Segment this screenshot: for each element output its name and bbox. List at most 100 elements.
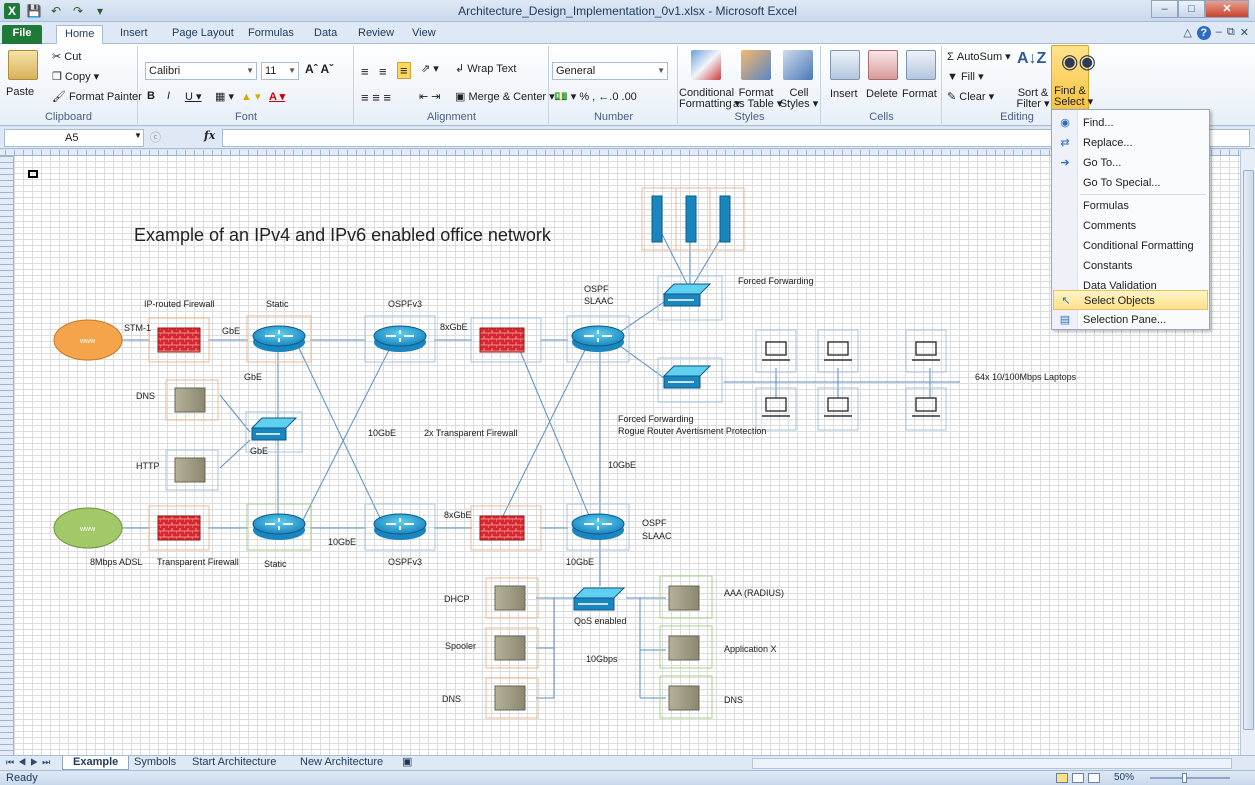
router-ospf-bottom bbox=[566, 503, 630, 551]
delete-cells-icon[interactable] bbox=[868, 50, 898, 80]
cells-group: Insert Delete Format Cells bbox=[822, 46, 942, 124]
menu-item-go-to-special[interactable]: Go To Special... bbox=[1053, 173, 1208, 193]
font-name-combo[interactable]: Calibri ▼ bbox=[145, 62, 257, 80]
bold-button[interactable]: B bbox=[147, 90, 155, 102]
italic-button[interactable]: I bbox=[167, 90, 170, 102]
format-button[interactable]: Format bbox=[902, 88, 937, 100]
zoom-slider-knob[interactable] bbox=[1182, 773, 1187, 783]
cell-styles-button[interactable]: Cell Styles ▾ bbox=[779, 88, 819, 110]
vertical-scrollbar[interactable] bbox=[1240, 150, 1255, 755]
doc-restore-icon[interactable]: ⧉ bbox=[1227, 26, 1235, 40]
page-break-view-button[interactable] bbox=[1088, 773, 1100, 783]
format-as-table-button[interactable]: Format as Table ▾ bbox=[733, 88, 782, 110]
page-layout-view-button[interactable] bbox=[1072, 773, 1084, 783]
align-left-button[interactable]: ≡ ≡ ≡ bbox=[361, 90, 391, 105]
align-middle-button[interactable]: ≡ bbox=[379, 64, 387, 79]
server-dns-aaa bbox=[659, 675, 713, 719]
menu-item-comments[interactable]: Comments bbox=[1053, 216, 1208, 236]
tab-file[interactable]: File bbox=[2, 25, 42, 44]
doc-minimize-icon[interactable]: – bbox=[1216, 26, 1222, 40]
maximize-button[interactable]: □ bbox=[1178, 0, 1205, 18]
firewall-transparent-left bbox=[148, 505, 210, 551]
font-color-button[interactable]: A ▾ bbox=[269, 90, 285, 103]
sheet-tab-symbols[interactable]: Symbols bbox=[124, 756, 186, 770]
formula-cancel-icon[interactable]: ⓒ bbox=[150, 129, 161, 145]
insert-button[interactable]: Insert bbox=[830, 88, 858, 100]
vertical-scroll-thumb[interactable] bbox=[1243, 170, 1254, 730]
tab-home[interactable]: Home bbox=[56, 25, 104, 44]
conditional-formatting-button[interactable]: Conditional Formatting ▾ bbox=[679, 88, 740, 110]
paste-button[interactable]: Paste bbox=[6, 86, 34, 98]
format-cells-icon[interactable] bbox=[906, 50, 936, 80]
tab-review[interactable]: Review bbox=[350, 25, 402, 44]
merge-center-button[interactable]: ▣ Merge & Center ▾ bbox=[455, 90, 555, 103]
horizontal-scrollbar[interactable] bbox=[752, 758, 1232, 769]
number-format-combo[interactable]: General ▼ bbox=[552, 62, 668, 80]
fill-button[interactable]: ▼ Fill ▾ bbox=[947, 70, 984, 83]
zoom-level[interactable]: 50% bbox=[1114, 772, 1134, 783]
tab-data[interactable]: Data bbox=[306, 25, 345, 44]
menu-item-selection-pane[interactable]: ▤ Selection Pane... bbox=[1053, 310, 1208, 330]
server-application-x bbox=[659, 625, 713, 669]
paste-icon[interactable] bbox=[8, 50, 38, 80]
delete-button[interactable]: Delete bbox=[866, 88, 898, 100]
insert-function-button[interactable]: fx bbox=[204, 129, 215, 142]
sheet-tab-example[interactable]: Example bbox=[62, 756, 130, 770]
cut-button[interactable]: ✂ Cut bbox=[52, 50, 81, 63]
sheet-nav-arrows[interactable]: ⏮◀▶⏭ bbox=[6, 757, 54, 768]
menu-item-formulas[interactable]: Formulas bbox=[1053, 196, 1208, 216]
doc-close-icon[interactable]: ✕ bbox=[1240, 26, 1249, 40]
conditional-formatting-icon[interactable] bbox=[691, 50, 721, 80]
format-as-table-icon[interactable] bbox=[741, 50, 771, 80]
align-bottom-button[interactable]: ≡ bbox=[397, 62, 411, 79]
grow-font-button[interactable]: Aˆ Aˇ bbox=[305, 62, 333, 76]
autosum-button[interactable]: Σ AutoSum ▾ bbox=[947, 50, 1011, 63]
format-painter-button[interactable]: 🖌 Format Painter bbox=[52, 90, 142, 103]
insert-cells-icon[interactable] bbox=[830, 50, 860, 80]
find-select-button[interactable]: ◉◉ Find & Select ▾ bbox=[1051, 45, 1096, 111]
sort-filter-button[interactable]: Sort & Filter ▾ bbox=[1015, 88, 1051, 110]
font-size-combo[interactable]: 11 ▼ bbox=[261, 62, 299, 80]
sheet-tab-start-architecture[interactable]: Start Architecture bbox=[182, 756, 286, 770]
align-top-button[interactable]: ≡ bbox=[361, 64, 369, 79]
insert-sheet-icon[interactable]: ▣ bbox=[392, 756, 422, 770]
cell-styles-icon[interactable] bbox=[783, 50, 813, 80]
name-box-dropdown-icon[interactable]: ▼ bbox=[134, 131, 142, 140]
zoom-slider[interactable] bbox=[1150, 777, 1230, 779]
indent-button[interactable]: ⇤ ⇥ bbox=[419, 90, 441, 103]
help-icon[interactable]: ? bbox=[1196, 26, 1211, 40]
tab-page-layout[interactable]: Page Layout bbox=[164, 25, 242, 44]
minimize-button[interactable]: – bbox=[1151, 0, 1178, 18]
menu-item-find[interactable]: ◉ Find... bbox=[1053, 113, 1208, 133]
label-10gbe-right: 10GbE bbox=[608, 460, 636, 470]
label-8xgbe-top: 8xGbE bbox=[440, 322, 468, 332]
minimize-ribbon-icon[interactable]: △ bbox=[1183, 26, 1191, 40]
fill-color-button[interactable]: ▲ ▾ bbox=[241, 90, 260, 103]
find-select-label: Find & Select ▾ bbox=[1054, 85, 1094, 108]
underline-button[interactable]: U ▾ bbox=[185, 90, 202, 103]
label-10gbe-mid: 10GbE bbox=[368, 428, 396, 438]
tab-insert[interactable]: Insert bbox=[112, 25, 156, 44]
menu-item-conditional-formatting[interactable]: Conditional Formatting bbox=[1053, 236, 1208, 256]
name-box[interactable]: A5 bbox=[4, 129, 144, 147]
menu-item-go-to[interactable]: ➔ Go To... bbox=[1053, 153, 1208, 173]
menu-item-constants[interactable]: Constants bbox=[1053, 256, 1208, 276]
normal-view-button[interactable] bbox=[1056, 773, 1068, 783]
clear-button[interactable]: ✎ Clear ▾ bbox=[947, 90, 994, 103]
copy-button[interactable]: ❐ Copy ▾ bbox=[52, 70, 99, 83]
replace-icon: ⇄ bbox=[1060, 137, 1070, 149]
menu-item-replace[interactable]: ⇄ Replace... bbox=[1053, 133, 1208, 153]
wrap-text-button[interactable]: ↲ Wrap Text bbox=[455, 62, 516, 75]
close-button[interactable]: ✕ bbox=[1205, 0, 1249, 18]
label-dns-aaa: DNS bbox=[724, 695, 743, 705]
borders-button[interactable]: ▦ ▾ bbox=[215, 90, 234, 103]
sheet-tab-new-architecture[interactable]: New Architecture bbox=[290, 756, 393, 770]
font-group: Calibri ▼ 11 ▼ Aˆ Aˇ B I U ▾ ▦ ▾ ▲ ▾ A ▾ F… bbox=[139, 46, 354, 124]
currency-button[interactable]: 💵 ▾ % , ←.0 .00 bbox=[554, 90, 637, 103]
tab-formulas[interactable]: Formulas bbox=[240, 25, 302, 44]
tab-view[interactable]: View bbox=[404, 25, 444, 44]
menu-item-select-objects[interactable]: ↖ Select Objects bbox=[1053, 290, 1208, 310]
orientation-button[interactable]: ⇗ ▾ bbox=[421, 62, 439, 75]
sort-filter-icon[interactable]: A↓Z bbox=[1017, 50, 1046, 68]
window-title: Architecture_Design_Implementation_0v1.x… bbox=[458, 4, 797, 18]
